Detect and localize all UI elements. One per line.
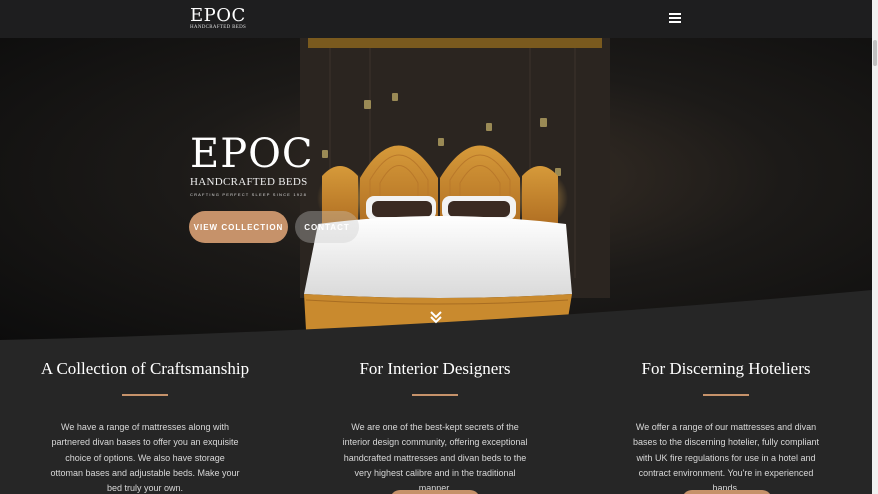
hero-bedroom-image: [0, 38, 872, 344]
double-chevron-down-icon[interactable]: [429, 310, 443, 324]
view-collection-button[interactable]: VIEW COLLECTION: [189, 211, 288, 243]
hero-banner: EPOC HANDCRAFTED BEDS CRAFTING PERFECT S…: [0, 38, 872, 344]
hero-title: EPOC: [190, 131, 314, 177]
hero-text-block: EPOC HANDCRAFTED BEDS CRAFTING PERFECT S…: [190, 134, 314, 197]
feature-description: We have a range of mattresses along with…: [50, 422, 240, 494]
hero-subtitle: HANDCRAFTED BEDS: [190, 176, 308, 188]
feature-column-hoteliers: For Discerning Hoteliers We offer a rang…: [596, 344, 856, 494]
title-divider: [703, 394, 749, 396]
feature-column-designers: For Interior Designers We are one of the…: [305, 344, 565, 494]
designers-more-button[interactable]: [390, 490, 480, 494]
contact-button[interactable]: CONTACT: [295, 211, 359, 243]
hero-tagline: CRAFTING PERFECT SLEEP SINCE 1928: [190, 192, 308, 197]
title-divider: [412, 394, 458, 396]
hamburger-menu-icon[interactable]: [669, 13, 681, 23]
logo-wordmark: EPOC: [190, 5, 246, 26]
page-scrollbar[interactable]: [872, 0, 878, 494]
hoteliers-more-button[interactable]: [682, 490, 772, 494]
site-header: EPOC HANDCRAFTED BEDS: [0, 0, 872, 38]
feature-description: We are one of the best-kept secrets of t…: [342, 422, 528, 494]
title-divider: [122, 394, 168, 396]
feature-title: For Interior Designers: [359, 359, 511, 378]
feature-title: For Discerning Hoteliers: [641, 359, 811, 378]
scrollbar-thumb[interactable]: [873, 40, 877, 66]
feature-description: We offer a range of our mattresses and d…: [632, 422, 820, 494]
feature-column-craftsmanship: A Collection of Craftsmanship We have a …: [15, 344, 275, 494]
site-logo[interactable]: EPOC HANDCRAFTED BEDS: [190, 5, 247, 31]
logo-subtitle: HANDCRAFTED BEDS: [190, 25, 247, 30]
feature-title: A Collection of Craftsmanship: [40, 359, 250, 378]
